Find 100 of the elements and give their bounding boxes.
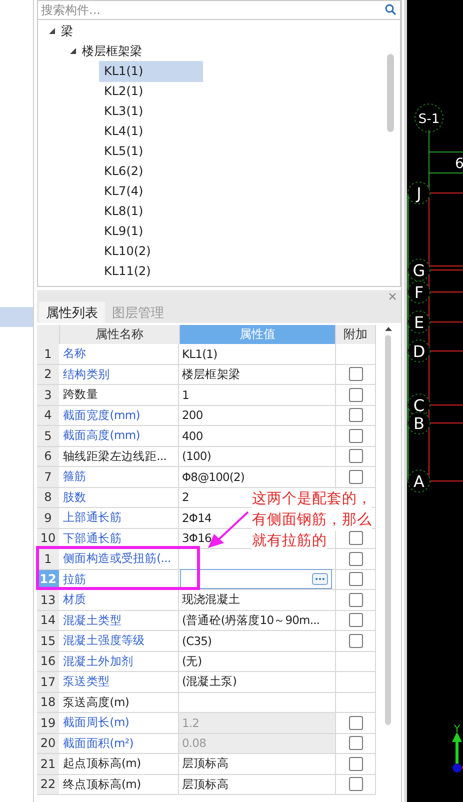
axis-circle — [408, 412, 430, 434]
property-value: Φ8@100(2) — [179, 467, 336, 486]
row-number: 6 — [37, 446, 59, 466]
tab[interactable]: 属性列表 — [39, 302, 105, 323]
axis-label: D — [412, 342, 426, 361]
axis-line — [428, 422, 463, 424]
axis-label: A — [414, 472, 424, 491]
tree-item[interactable]: KL1(1) — [99, 60, 203, 82]
checkbox[interactable] — [348, 408, 362, 422]
checkbox[interactable] — [348, 552, 362, 566]
tree-item[interactable]: 楼层框架梁 — [82, 42, 142, 60]
axis-label: G — [412, 261, 426, 280]
property-name: 截面宽度(mm) — [59, 406, 179, 425]
drawing-canvas[interactable]: S-1 6 J G F E D C B A Y — [404, 0, 463, 802]
axis-label: F — [414, 283, 424, 302]
checkbox[interactable] — [348, 756, 362, 771]
annotation-text: 这两个是配套的， — [252, 489, 372, 510]
checkbox[interactable] — [348, 531, 362, 546]
checkbox[interactable] — [348, 470, 362, 484]
property-value: KL1(1) — [179, 344, 336, 364]
expand-icon[interactable] — [49, 28, 55, 34]
property-name: 截面高度(mm) — [59, 426, 179, 446]
row-number: 13 — [37, 590, 59, 610]
scroll-up-icon[interactable] — [384, 327, 392, 331]
property-value: 1 — [179, 385, 336, 404]
tree-item[interactable]: 梁 — [61, 22, 73, 40]
axis-label: S-1 — [418, 112, 440, 127]
row-number: 22 — [37, 774, 59, 794]
checkbox[interactable] — [348, 613, 362, 628]
axis-circle — [408, 470, 430, 492]
property-value: 400 — [179, 426, 336, 446]
table-corner — [37, 325, 60, 344]
property-name: 结构类别 — [59, 364, 179, 384]
checkbox[interactable] — [348, 634, 362, 648]
tree-item[interactable]: KL6(2) — [99, 160, 203, 182]
list-item-highlight — [0, 307, 33, 327]
property-name: 肢数 — [59, 488, 179, 507]
tree-item[interactable]: KL9(1) — [99, 220, 203, 242]
axis-line — [428, 404, 463, 406]
row-number: 1 — [37, 344, 59, 364]
property-name: 名称 — [59, 344, 179, 364]
value-input[interactable] — [180, 569, 332, 590]
property-name: 混凝土类型 — [59, 610, 179, 630]
row-number: 15 — [37, 631, 59, 650]
property-value: 1.2 — [179, 713, 336, 732]
checkbox[interactable] — [348, 367, 362, 382]
axis-label: C — [413, 396, 425, 415]
axis-circle — [414, 104, 444, 132]
property-name: 拉筋 — [59, 570, 179, 589]
axis-circle — [408, 340, 430, 362]
column-header[interactable]: 附加 — [336, 325, 376, 344]
axis-label: B — [414, 414, 424, 433]
search-icon[interactable] — [385, 4, 396, 15]
row-number: 21 — [37, 754, 59, 774]
dimension-text: 6 — [455, 156, 463, 172]
row-number: 14 — [37, 610, 59, 630]
axis-circle — [408, 258, 430, 282]
checkbox[interactable] — [348, 572, 362, 586]
tree-item[interactable]: KL8(1) — [99, 200, 203, 222]
row-number: 16 — [37, 652, 59, 671]
row-number: 2 — [37, 364, 59, 384]
property-value: 0.08 — [179, 734, 336, 753]
origin-dot — [452, 764, 462, 772]
axis-circle — [408, 182, 430, 204]
tree-item[interactable]: KL7(4) — [99, 180, 203, 202]
expand-icon[interactable] — [70, 48, 76, 54]
axis-label: J — [416, 184, 422, 203]
scrollbar-thumb[interactable] — [387, 54, 394, 132]
axis-circle — [408, 280, 430, 304]
property-name: 侧面构造或受扭筋(... — [59, 549, 179, 568]
column-header[interactable]: 属性名称 — [60, 325, 180, 344]
checkbox[interactable] — [348, 449, 362, 464]
search-field[interactable]: 搜索构件... — [37, 0, 401, 20]
tree-item[interactable]: KL3(1) — [99, 100, 203, 122]
property-value: (无) — [179, 652, 336, 671]
axis-line — [428, 350, 463, 352]
property-name: 起点顶标高(m) — [59, 754, 179, 774]
tree-item[interactable]: KL4(1) — [99, 120, 203, 142]
tree-item[interactable]: KL2(1) — [99, 80, 203, 102]
row-number: 19 — [37, 713, 59, 732]
checkbox[interactable] — [348, 777, 362, 792]
property-name: 箍筋 — [59, 467, 179, 486]
more-icon[interactable] — [312, 573, 328, 586]
row-number: 18 — [37, 692, 59, 712]
row-number: 20 — [37, 734, 59, 753]
property-name: 泵送高度(m) — [59, 692, 179, 712]
tree-item[interactable]: KL5(1) — [99, 140, 203, 162]
tree-item[interactable]: KL10(2) — [99, 240, 203, 262]
property-name: 混凝土外加剂 — [59, 652, 179, 671]
row-number: 17 — [37, 672, 59, 692]
property-value: 楼层框架梁 — [179, 364, 336, 384]
tree-item[interactable]: KL11(2) — [99, 260, 203, 282]
property-name: 上部通长筋 — [59, 508, 179, 528]
checkbox[interactable] — [348, 592, 362, 607]
checkbox[interactable] — [348, 388, 362, 402]
checkbox[interactable] — [348, 428, 362, 443]
close-icon[interactable] — [389, 292, 396, 300]
row-number: 1 — [37, 549, 59, 568]
property-name: 终点顶标高(m) — [59, 774, 179, 794]
property-value: (C35) — [179, 631, 336, 650]
